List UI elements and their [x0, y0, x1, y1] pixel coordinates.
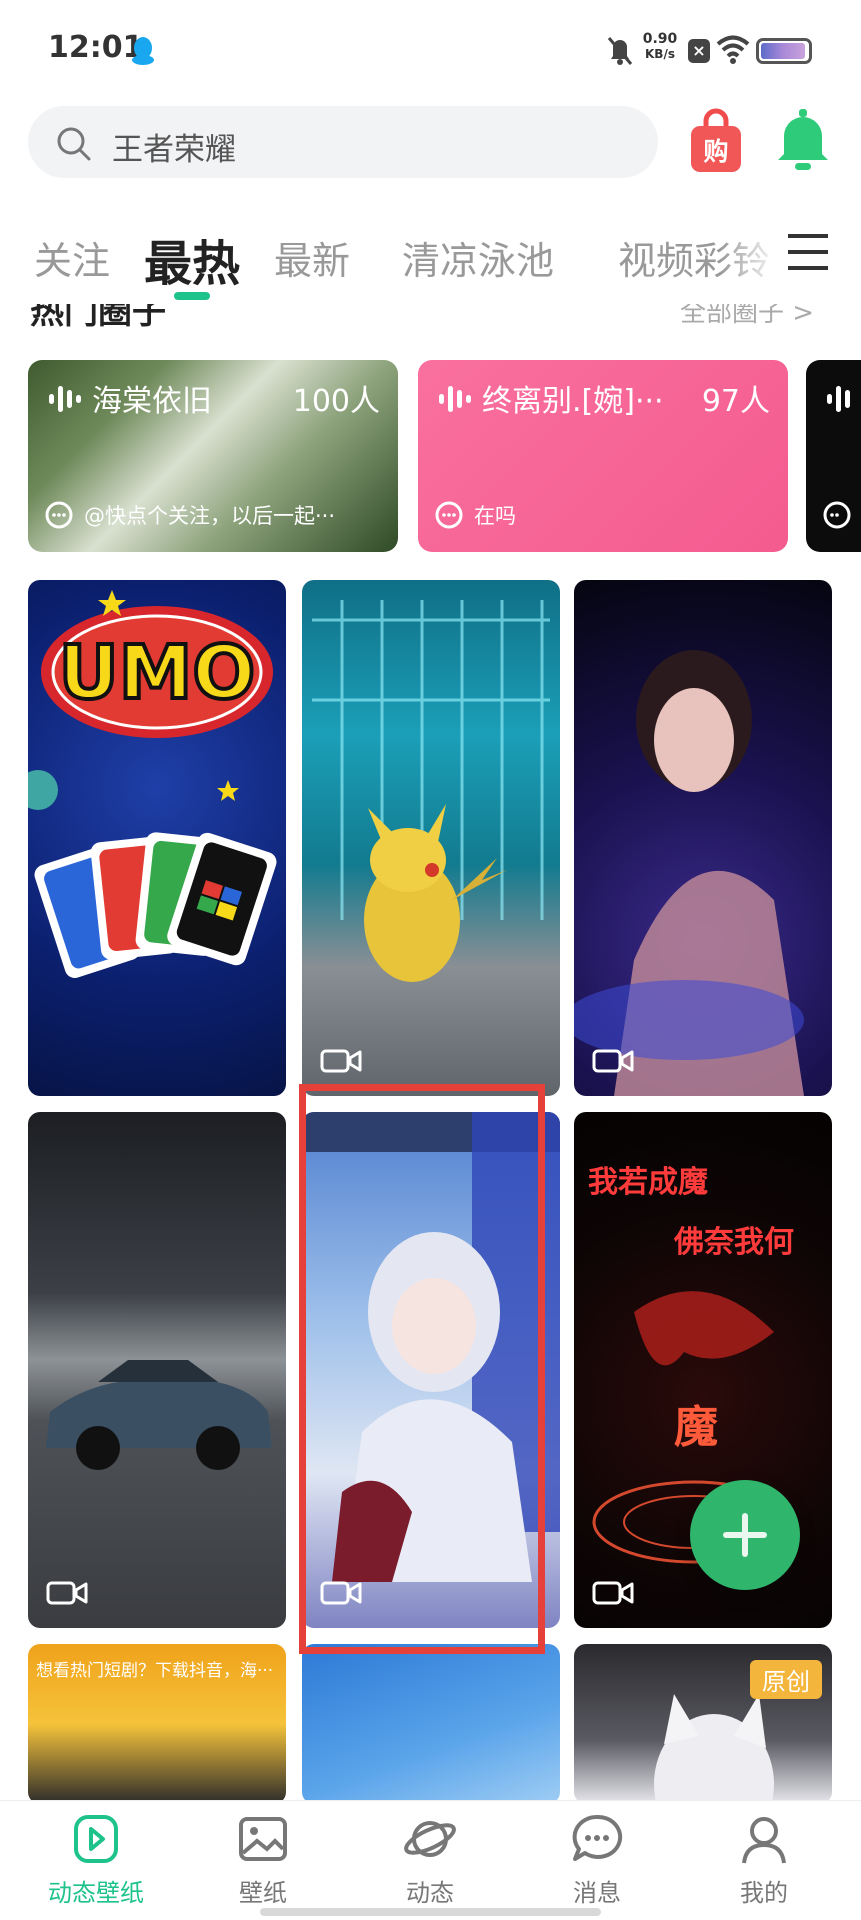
- chat-icon: [572, 1814, 623, 1861]
- image-icon: [239, 1817, 287, 1861]
- tab-overflow-fade: [720, 224, 780, 294]
- nav-live-wallpaper[interactable]: 动态壁纸: [26, 1811, 166, 1908]
- wallpaper-tile[interactable]: [574, 580, 832, 1096]
- message-bubble-icon: [823, 501, 851, 529]
- circle-card[interactable]: 海棠依旧 100人 @快点个关注，以后一起···: [28, 360, 398, 552]
- tile-text-line-2: 佛奈我何: [673, 1225, 794, 1260]
- tile-text-line-3: 魔: [674, 1402, 718, 1453]
- wifi-icon: [716, 35, 750, 64]
- tab-hottest[interactable]: 最热: [144, 224, 240, 294]
- original-badge: 原创: [750, 1660, 822, 1699]
- message-bubble-icon: [435, 501, 463, 529]
- planet-icon: [404, 1821, 456, 1857]
- circle-latest-message: @快点个关注，以后一起···: [84, 504, 336, 528]
- network-speed: 0.90 KB/s: [638, 32, 682, 62]
- menu-icon[interactable]: [786, 232, 830, 272]
- video-badge-icon: [320, 1049, 362, 1073]
- tab-follow[interactable]: 关注: [34, 230, 110, 285]
- nav-feed[interactable]: 动态: [360, 1811, 500, 1908]
- nav-label: 消息: [573, 1879, 621, 1907]
- search-placeholder: 王者荣耀: [112, 132, 236, 168]
- car-illustration: [46, 1360, 272, 1470]
- category-tabs: 关注 最热 最新 清凉泳池 视频彩铃: [0, 224, 861, 304]
- message-bubble-icon: [45, 501, 73, 529]
- video-badge-icon: [592, 1049, 634, 1073]
- audio-wave-icon: [439, 386, 471, 412]
- anime-girl-illustration: [302, 1112, 560, 1582]
- wallpaper-tile[interactable]: [302, 1112, 560, 1628]
- tile-text-line-1: 我若成魔: [588, 1165, 708, 1200]
- shopping-bag-icon[interactable]: 购: [688, 108, 744, 174]
- uno-logo-text: UMO: [59, 630, 256, 716]
- status-bar: 12:01 0.90 KB/s ×: [0, 0, 861, 100]
- nav-label: 我的: [740, 1879, 788, 1907]
- circle-name: 海棠依旧: [92, 384, 212, 419]
- nav-messages[interactable]: 消息: [527, 1811, 667, 1908]
- user-icon: [742, 1817, 786, 1864]
- wallpaper-tile[interactable]: 想看热门短剧？下载抖音，海···: [28, 1644, 286, 1804]
- circle-card[interactable]: [806, 360, 861, 552]
- plus-icon: [723, 1513, 767, 1557]
- notification-bell-icon[interactable]: [774, 108, 832, 172]
- wallpaper-tile[interactable]: 原创: [574, 1644, 832, 1804]
- nav-label: 动态壁纸: [48, 1879, 144, 1907]
- shop-label: 购: [703, 137, 728, 166]
- circles-section-header: 热门圈子 全部圈子 >: [0, 304, 861, 334]
- pikachu-illustration: [312, 600, 550, 982]
- nav-label: 壁纸: [239, 1879, 287, 1907]
- circle-member-count: 97人: [701, 384, 770, 419]
- sim-off-icon: ×: [688, 39, 710, 63]
- portrait-illustration: [574, 650, 804, 1096]
- search-input[interactable]: 王者荣耀: [28, 106, 658, 178]
- active-tab-indicator: [174, 292, 210, 300]
- wallpaper-tile[interactable]: [302, 1644, 560, 1804]
- nav-wallpaper[interactable]: 壁纸: [193, 1811, 333, 1908]
- audio-wave-icon: [49, 386, 81, 412]
- circle-name: 终离别.[婉]···: [482, 384, 664, 419]
- tab-newest[interactable]: 最新: [274, 230, 350, 285]
- nav-label: 动态: [406, 1879, 454, 1907]
- wallpaper-tile[interactable]: UMO: [28, 580, 286, 1096]
- all-circles-link[interactable]: 全部圈子 >: [680, 304, 814, 329]
- wallpaper-tile[interactable]: [28, 1112, 286, 1628]
- video-badge-icon: [320, 1581, 362, 1605]
- video-badge-icon: [46, 1581, 88, 1605]
- audio-wave-icon: [827, 386, 850, 412]
- circle-card[interactable]: 终离别.[婉]··· 97人 在吗: [418, 360, 788, 552]
- add-button[interactable]: [690, 1480, 800, 1590]
- circle-latest-message: 在吗: [474, 504, 516, 528]
- network-speed-unit: KB/s: [645, 47, 675, 61]
- wallpaper-tile[interactable]: [302, 580, 560, 1096]
- promo-text: 想看热门短剧？下载抖音，海···: [36, 1661, 274, 1681]
- search-icon: [57, 127, 91, 161]
- video-badge-icon: [592, 1581, 634, 1605]
- uno-cards-illustration: UMO: [28, 590, 277, 979]
- bottom-navigation: 动态壁纸 壁纸 动态 消息 我的: [0, 1800, 861, 1920]
- mute-icon: [607, 37, 633, 65]
- nav-profile[interactable]: 我的: [694, 1811, 834, 1908]
- qq-notification-icon: [132, 37, 154, 65]
- circle-member-count: 100人: [292, 384, 380, 419]
- section-title: 热门圈子: [30, 304, 166, 332]
- play-square-icon: [74, 1815, 118, 1863]
- tab-cool-pool[interactable]: 清凉泳池: [402, 230, 554, 285]
- home-indicator: [260, 1908, 601, 1916]
- battery-icon: [756, 38, 812, 64]
- network-speed-value: 0.90: [642, 31, 678, 47]
- battery-level: [761, 43, 805, 59]
